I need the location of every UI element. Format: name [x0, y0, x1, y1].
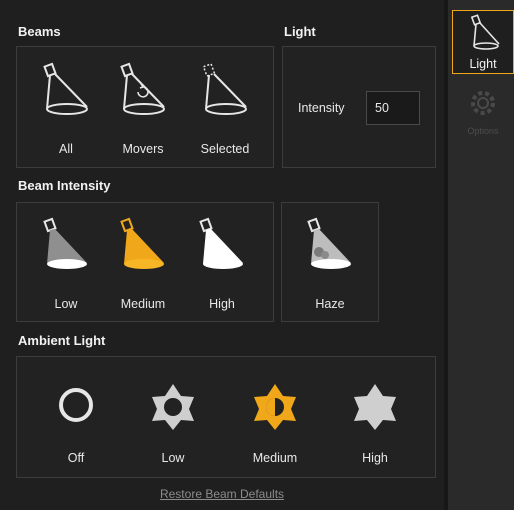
ambient-medium-button[interactable]: Medium [245, 381, 305, 471]
beam-high-icon [199, 217, 243, 269]
ambient-high-icon [354, 384, 396, 430]
beam-movers-label: Movers [122, 142, 164, 156]
beam-intensity-high-label: High [209, 297, 235, 311]
sidebar-divider [444, 0, 448, 510]
haze-label: Haze [315, 297, 345, 311]
beam-low-icon [43, 217, 87, 269]
gear-icon [471, 91, 495, 115]
spotlight-icon [470, 14, 500, 50]
ambient-low-label: Low [161, 451, 185, 465]
beam-all-button[interactable]: All [33, 62, 99, 162]
ambient-off-icon [59, 388, 93, 422]
beams-heading: Beams [18, 24, 61, 39]
intensity-input[interactable] [366, 91, 420, 125]
ambient-high-button[interactable]: High [345, 381, 405, 471]
ambient-low-button[interactable]: Low [143, 381, 203, 471]
beam-all-label: All [59, 142, 73, 156]
beam-intensity-high-button[interactable]: High [189, 217, 255, 317]
ambient-low-icon [152, 384, 194, 430]
sidebar [444, 0, 514, 510]
ambient-high-label: High [362, 451, 388, 465]
beam-all-icon [43, 62, 88, 115]
tab-options-label: Options [467, 126, 499, 136]
beam-selected-icon [202, 62, 247, 115]
tab-light[interactable]: Light [452, 10, 514, 74]
beam-medium-icon [120, 217, 164, 269]
beam-intensity-low-label: Low [54, 297, 78, 311]
beam-selected-button[interactable]: Selected [190, 62, 260, 162]
tab-options[interactable]: Options [452, 80, 514, 144]
haze-icon [307, 217, 351, 269]
beam-intensity-heading: Beam Intensity [18, 178, 111, 193]
ambient-off-button[interactable]: Off [46, 381, 106, 471]
ambient-medium-label: Medium [252, 451, 298, 465]
beam-selected-label: Selected [200, 142, 250, 156]
beam-intensity-medium-label: Medium [120, 297, 166, 311]
restore-beam-defaults-link[interactable]: Restore Beam Defaults [0, 487, 444, 501]
beam-intensity-medium-button[interactable]: Medium [110, 217, 176, 317]
beam-movers-button[interactable]: Movers [110, 62, 176, 162]
light-heading: Light [284, 24, 316, 39]
ambient-light-heading: Ambient Light [18, 333, 106, 348]
beam-movers-icon [120, 62, 165, 115]
ambient-off-label: Off [67, 451, 85, 465]
beam-intensity-low-button[interactable]: Low [33, 217, 99, 317]
intensity-label: Intensity [298, 101, 345, 115]
ambient-medium-icon [254, 384, 296, 430]
haze-button[interactable]: Haze [297, 217, 363, 317]
tab-light-label: Light [469, 57, 497, 71]
